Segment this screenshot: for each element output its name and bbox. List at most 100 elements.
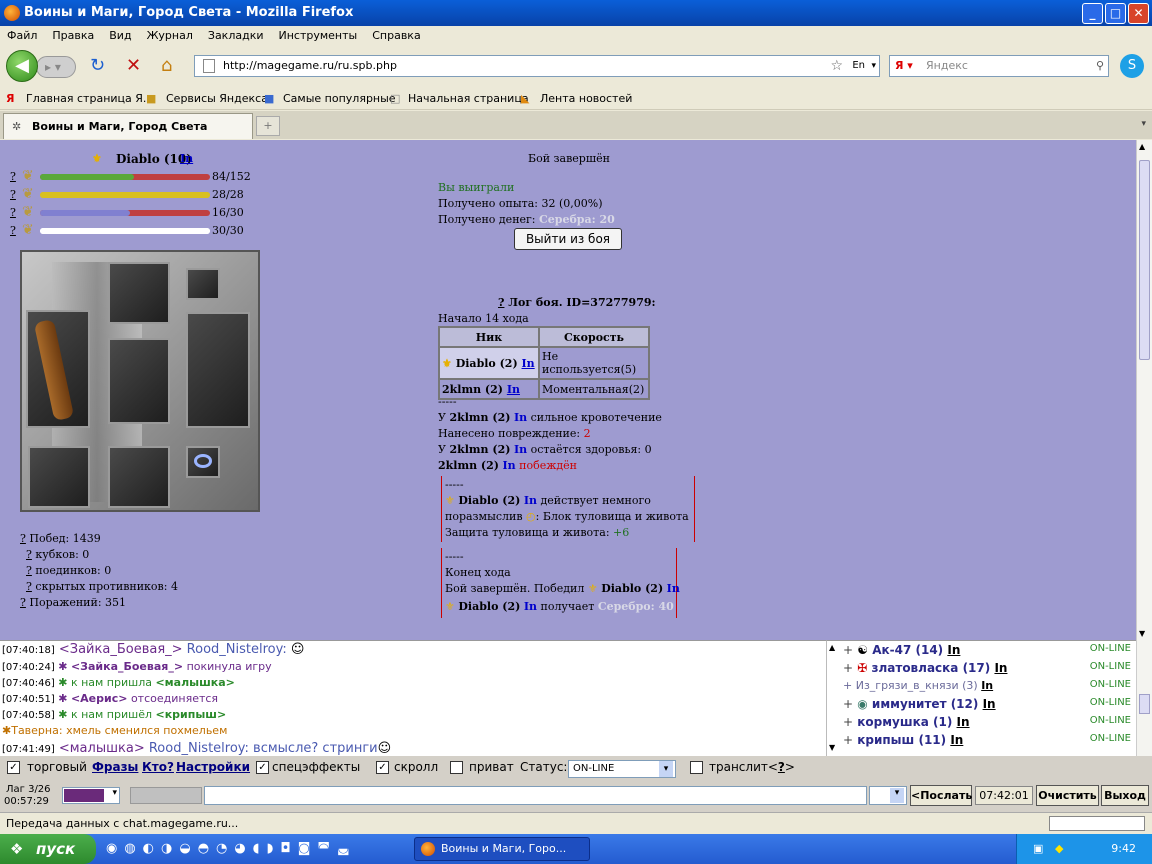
slot-shield[interactable]: [186, 312, 250, 428]
add-icon[interactable]: +: [843, 679, 852, 692]
user-row[interactable]: + ✠ златовласка (17) In ON-LINE: [843, 661, 1133, 675]
scroll-down-icon[interactable]: ▼: [1139, 629, 1145, 638]
player-info-link[interactable]: In: [180, 152, 193, 165]
info-link[interactable]: In: [947, 643, 960, 657]
content-scrollbar[interactable]: ▲ ▼: [1136, 140, 1152, 640]
translit-help-link[interactable]: ?: [778, 760, 785, 774]
chat-text[interactable]: <крипыш>: [156, 708, 227, 721]
slot-amulet[interactable]: [186, 268, 220, 300]
stop-icon[interactable]: ✕: [126, 56, 141, 76]
info-link[interactable]: In: [514, 411, 527, 424]
slot-weapon[interactable]: [26, 310, 90, 428]
scroll-down-icon[interactable]: ▼: [829, 743, 835, 752]
scroll-checkbox[interactable]: ✓: [376, 761, 389, 774]
clear-button[interactable]: Очистить: [1036, 785, 1099, 806]
info-link[interactable]: In: [950, 733, 963, 747]
menu-view[interactable]: Вид: [102, 26, 139, 42]
chevron-down-icon[interactable]: ▾: [659, 761, 673, 777]
status-select[interactable]: ON-LINE ▾: [568, 760, 676, 778]
scroll-thumb[interactable]: [1139, 694, 1150, 714]
bookmark-yandex-services[interactable]: Сервисы Яндекса: [166, 92, 268, 105]
chevron-down-icon[interactable]: ▾: [112, 788, 117, 798]
bookmark-star-icon[interactable]: ☆: [830, 56, 843, 76]
user-row[interactable]: + ☯ Ак-47 (14) In ON-LINE: [843, 643, 1133, 657]
user-name[interactable]: Ак-47 (14): [872, 643, 943, 657]
network-icon[interactable]: ▣: [1033, 834, 1043, 864]
tray-app-icon[interactable]: ◆: [1055, 834, 1063, 864]
chevron-down-icon[interactable]: ▾: [890, 788, 904, 803]
user-name[interactable]: кормушка (1): [857, 715, 952, 729]
maximize-button[interactable]: □: [1105, 3, 1126, 24]
user-name[interactable]: Из_грязи_в_князи (3): [856, 679, 978, 692]
info-link[interactable]: In: [524, 600, 537, 613]
tab-list-icon[interactable]: ▾: [1141, 119, 1146, 129]
help-icon[interactable]: ?: [10, 224, 16, 237]
menu-edit[interactable]: Правка: [45, 26, 102, 42]
exit-button[interactable]: Выход: [1101, 785, 1149, 806]
search-box[interactable]: Я ▾ Яндекс ⚲: [889, 55, 1109, 77]
send-button[interactable]: <Послать: [910, 785, 972, 806]
new-tab-button[interactable]: +: [256, 116, 280, 136]
info-link[interactable]: In: [957, 715, 970, 729]
add-icon[interactable]: +: [843, 661, 853, 675]
help-icon[interactable]: ?: [26, 564, 32, 577]
chat-from[interactable]: <Зайка_Боевая_>: [71, 660, 183, 673]
users-scrollbar[interactable]: [1136, 640, 1152, 756]
help-icon[interactable]: ?: [10, 170, 16, 183]
bookmark-news-feed[interactable]: Лента новостей: [540, 92, 632, 105]
message-input[interactable]: [204, 786, 867, 805]
add-icon[interactable]: +: [843, 715, 853, 729]
add-icon[interactable]: +: [843, 697, 853, 711]
reload-icon[interactable]: ↻: [90, 56, 105, 76]
phrase-select[interactable]: ▾: [869, 786, 907, 805]
help-icon[interactable]: ?: [10, 188, 16, 201]
chat-from[interactable]: <Зайка_Боевая_>: [59, 642, 183, 657]
scroll-up-icon[interactable]: ▲: [1139, 142, 1145, 151]
chat-from[interactable]: <малышка>: [59, 741, 145, 756]
exit-battle-button[interactable]: Выйти из боя: [514, 228, 622, 250]
add-icon[interactable]: +: [843, 643, 853, 657]
slot-helmet[interactable]: [108, 262, 170, 324]
trade-checkbox[interactable]: ✓: [7, 761, 20, 774]
info-link[interactable]: In: [507, 383, 520, 396]
quicklaunch-icons[interactable]: ◉◍◐◑◒◓◔◕◖◗◘◙◚◛: [106, 841, 357, 856]
slot-ring[interactable]: [186, 446, 220, 478]
tab-game[interactable]: ✲ Воины и Маги, Город Света: [3, 113, 253, 139]
user-name[interactable]: иммунитет (12): [872, 697, 978, 711]
user-name[interactable]: златовласка (17): [872, 661, 991, 675]
target-field[interactable]: [130, 787, 202, 804]
info-link[interactable]: In: [667, 582, 680, 595]
scroll-up-icon[interactable]: ▲: [829, 643, 835, 652]
home-icon[interactable]: ⌂: [161, 56, 172, 76]
user-name[interactable]: крипыш (11): [857, 733, 946, 747]
info-link[interactable]: In: [522, 357, 535, 370]
menu-bookmarks[interactable]: Закладки: [201, 26, 272, 42]
chat-from[interactable]: <Аерис>: [71, 692, 128, 705]
info-link[interactable]: In: [983, 697, 996, 711]
info-link[interactable]: In: [514, 443, 527, 456]
who-link[interactable]: Кто?: [142, 760, 174, 774]
color-select[interactable]: ▾: [62, 787, 120, 804]
url-dropdown-icon[interactable]: ▾: [871, 56, 876, 76]
scroll-thumb[interactable]: [1139, 160, 1150, 360]
slot-gloves[interactable]: [28, 446, 90, 508]
help-icon[interactable]: ?: [498, 296, 504, 309]
settings-link[interactable]: Настройки: [176, 760, 250, 774]
bookmark-popular[interactable]: Самые популярные: [283, 92, 396, 105]
taskbar-firefox-button[interactable]: Воины и Маги, Горо...: [414, 837, 590, 861]
search-icon[interactable]: ⚲: [1096, 56, 1104, 76]
help-icon[interactable]: ?: [26, 580, 32, 593]
help-icon[interactable]: ?: [20, 532, 26, 545]
help-icon[interactable]: ?: [26, 548, 32, 561]
info-link[interactable]: In: [524, 494, 537, 507]
url-bar[interactable]: http://magegame.ru/ru.spb.php ☆ En ▾: [194, 55, 880, 77]
phrases-link[interactable]: Фразы: [92, 760, 138, 774]
translit-checkbox[interactable]: [690, 761, 703, 774]
slot-armor[interactable]: [108, 338, 170, 424]
private-checkbox[interactable]: [450, 761, 463, 774]
bookmark-yandex-home[interactable]: Главная страница Я...: [26, 92, 153, 105]
slot-boots[interactable]: [108, 446, 170, 508]
user-row[interactable]: + ◉ иммунитет (12) In ON-LINE: [843, 697, 1133, 711]
info-link[interactable]: In: [994, 661, 1007, 675]
info-link[interactable]: In: [502, 459, 515, 472]
